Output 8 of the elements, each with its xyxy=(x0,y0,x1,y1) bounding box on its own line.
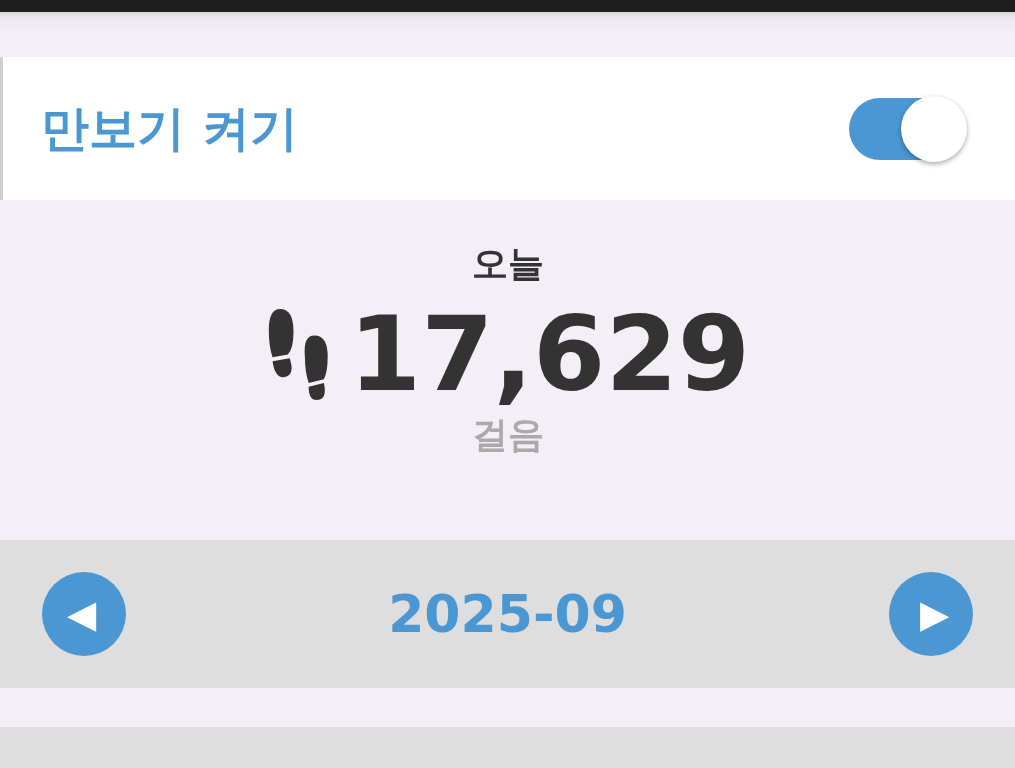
step-count: 17,629 xyxy=(348,297,751,412)
today-label: 오늘 xyxy=(471,242,544,286)
step-unit: 걸음 xyxy=(471,413,544,458)
month-label: 2025-09 xyxy=(388,584,627,644)
previous-month-button[interactable]: ◀ xyxy=(42,572,126,656)
toggle-label: 만보기 켜기 xyxy=(41,98,298,158)
next-month-button[interactable]: ▶ xyxy=(889,572,973,656)
toggle-switch[interactable] xyxy=(849,97,965,160)
